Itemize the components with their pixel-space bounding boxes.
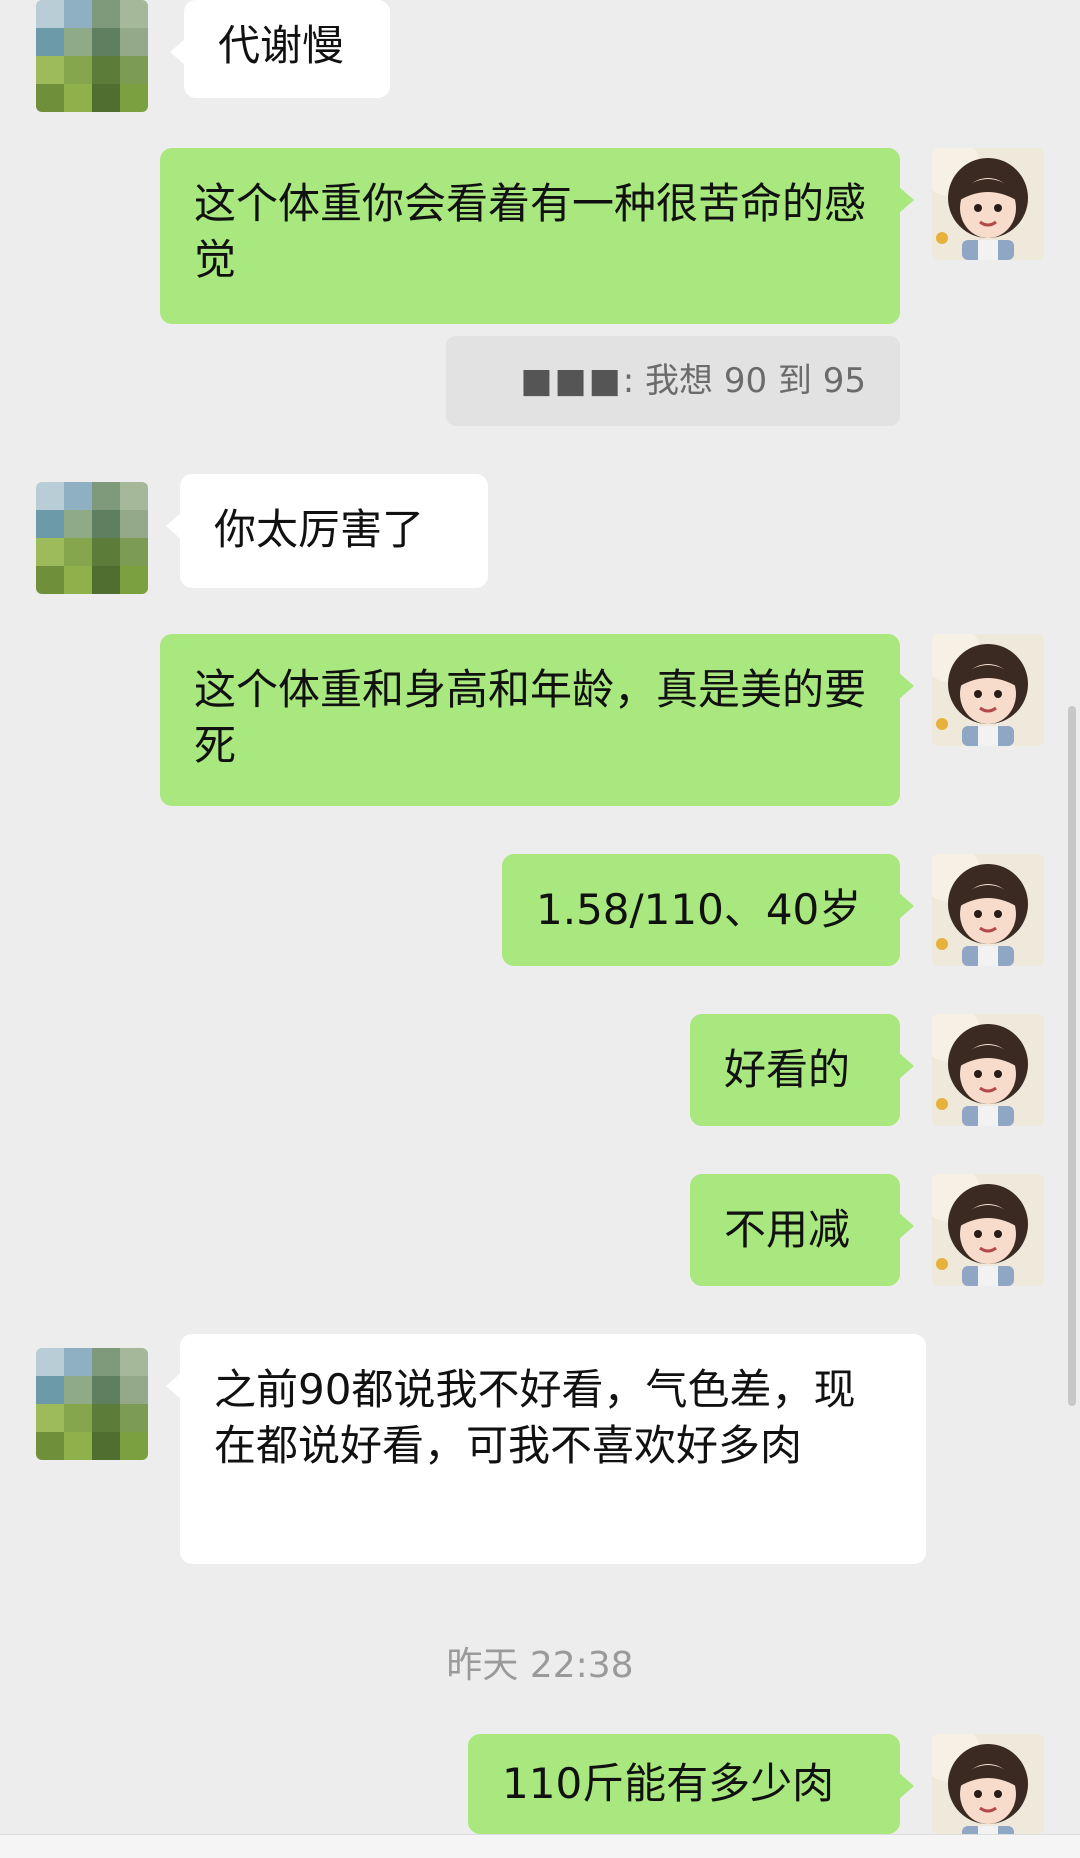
cartoon-girl-avatar-icon <box>932 148 1044 260</box>
my-avatar[interactable] <box>932 854 1044 966</box>
sent-message-bubble[interactable]: 这个体重和身高和年龄，真是美的要死 <box>160 634 914 806</box>
cartoon-girl-avatar-icon <box>932 1174 1044 1286</box>
message-text: 你太厉害了 <box>214 505 425 554</box>
my-avatar[interactable] <box>932 1174 1044 1286</box>
message-text: 不用减 <box>724 1205 851 1254</box>
sent-message-bubble[interactable]: 好看的 <box>690 1014 914 1126</box>
message-text: 110斤能有多少肉 <box>502 1759 835 1808</box>
received-message-bubble[interactable]: 之前90都说我不好看，气色差，现在都说好看，可我不喜欢好多肉 <box>166 1334 926 1564</box>
quoted-text: 我想 90 到 95 <box>645 361 866 401</box>
my-avatar[interactable] <box>932 1734 1044 1834</box>
sent-message-bubble[interactable]: 不用减 <box>690 1174 914 1286</box>
sent-message-bubble[interactable]: 这个体重你会看着有一种很苦命的感觉 <box>160 148 914 324</box>
message-text: 代谢慢 <box>218 21 345 70</box>
message-text: 这个体重和身高和年龄，真是美的要死 <box>194 665 867 770</box>
my-avatar[interactable] <box>932 1014 1044 1126</box>
my-avatar[interactable] <box>932 148 1044 260</box>
cartoon-girl-avatar-icon <box>932 854 1044 966</box>
pixelated-avatar-icon <box>36 1348 148 1460</box>
message-text: 这个体重你会看着有一种很苦命的感觉 <box>194 179 867 284</box>
chat-scrollbar[interactable] <box>1068 706 1076 1406</box>
cartoon-girl-avatar-icon <box>932 634 1044 746</box>
my-avatar[interactable] <box>932 634 1044 746</box>
input-bar-edge <box>0 1834 1080 1858</box>
message-text: 好看的 <box>724 1045 851 1094</box>
contact-avatar[interactable] <box>36 1348 148 1460</box>
message-text: 1.58/110、40岁 <box>536 885 862 934</box>
cartoon-girl-avatar-icon <box>932 1734 1044 1834</box>
cartoon-girl-avatar-icon <box>932 1014 1044 1126</box>
message-text: 之前90都说我不好看，气色差，现在都说好看，可我不喜欢好多肉 <box>214 1365 856 1470</box>
received-message-bubble[interactable]: 代谢慢 <box>170 0 390 98</box>
sent-message-bubble[interactable]: 1.58/110、40岁 <box>502 854 914 966</box>
quoted-sender: ■■■ <box>520 361 623 401</box>
chat-timestamp: 昨天 22:38 <box>446 1645 634 1686</box>
pixelated-avatar-icon <box>36 482 148 594</box>
quote-separator: : <box>622 361 646 401</box>
received-message-bubble[interactable]: 你太厉害了 <box>166 474 488 588</box>
pixelated-avatar-icon <box>36 0 148 112</box>
contact-avatar[interactable] <box>36 482 148 594</box>
contact-avatar[interactable] <box>36 0 148 112</box>
quoted-reply[interactable]: ■■■: 我想 90 到 95 <box>446 336 900 426</box>
sent-message-bubble[interactable]: 110斤能有多少肉 <box>468 1734 914 1834</box>
